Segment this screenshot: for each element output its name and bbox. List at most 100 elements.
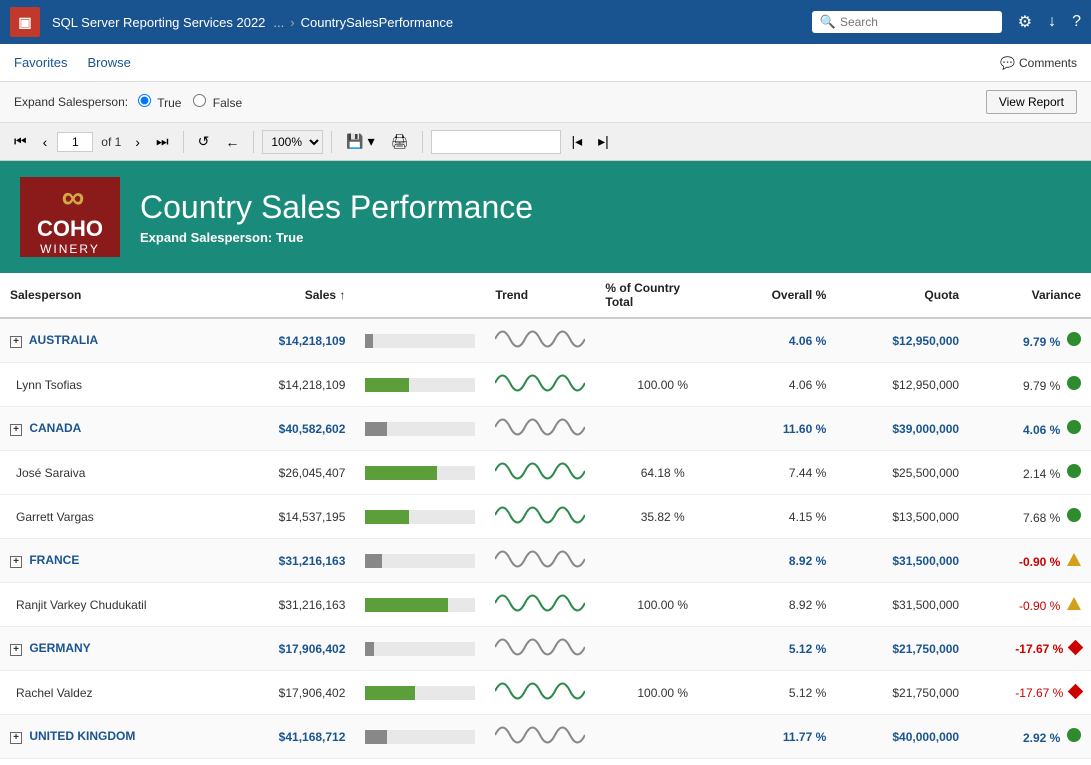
cell-salesperson: + AUSTRALIA <box>0 318 223 363</box>
expand-icon[interactable]: + <box>10 644 22 656</box>
save-button[interactable]: 💾 ▾ <box>340 130 380 153</box>
bar-background <box>365 422 475 436</box>
variance-value: 7.68 % <box>1023 511 1060 525</box>
cell-variance: -17.67 % <box>969 671 1091 715</box>
table-body: + AUSTRALIA $14,218,109 4.06 % $12,950,0… <box>0 318 1091 765</box>
cell-bar <box>355 363 485 407</box>
view-report-button[interactable]: View Report <box>986 90 1077 114</box>
salesperson-name: Garrett Vargas <box>16 510 94 524</box>
cell-sales: $31,216,163 <box>223 583 356 627</box>
status-green-icon <box>1067 464 1081 478</box>
variance-value: 9.79 % <box>1023 335 1060 349</box>
variance-value: -0.90 % <box>1019 555 1060 569</box>
search-box[interactable]: 🔍 <box>812 11 1002 33</box>
table-row: Ranjit Varkey Chudukatil $31,216,163 100… <box>0 583 1091 627</box>
table-row: + AUSTRALIA $14,218,109 4.06 % $12,950,0… <box>0 318 1091 363</box>
breadcrumb-current: CountrySalesPerformance <box>301 15 453 30</box>
cell-sales: $14,218,109 <box>223 363 356 407</box>
radio-true-label[interactable]: True <box>138 94 181 110</box>
radio-true[interactable] <box>138 94 151 107</box>
cell-overall: 11.60 % <box>730 407 836 451</box>
back-button[interactable]: ← <box>219 131 245 153</box>
table-row: Jae Pak $41,168,712 100.00 % 11.77 % $40… <box>0 759 1091 765</box>
cell-quota: $13,500,000 <box>836 495 969 539</box>
cell-pct-country <box>595 715 730 759</box>
table-header-row: Salesperson Sales ↑ Trend % of CountryTo… <box>0 273 1091 318</box>
settings-icon[interactable]: ⚙ <box>1018 12 1032 32</box>
cell-salesperson: Ranjit Varkey Chudukatil <box>0 583 223 627</box>
bar-background <box>365 510 475 524</box>
cell-overall: 7.44 % <box>730 451 836 495</box>
cell-sales: $14,218,109 <box>223 318 356 363</box>
expand-icon[interactable]: + <box>10 336 22 348</box>
comments-button[interactable]: 💬 Comments <box>1000 56 1077 70</box>
cell-quota: $31,500,000 <box>836 583 969 627</box>
expand-icon[interactable]: + <box>10 556 22 568</box>
report-subtitle: Expand Salesperson: True <box>140 230 533 245</box>
first-page-button[interactable]: ⏮ <box>8 130 33 153</box>
toolbar-separator-2 <box>253 131 254 153</box>
cell-overall: 4.06 % <box>730 363 836 407</box>
variance-value: -17.67 % <box>1015 642 1063 656</box>
table-row: Lynn Tsofias $14,218,109 100.00 % 4.06 %… <box>0 363 1091 407</box>
radio-false[interactable] <box>193 94 206 107</box>
cell-sales: $31,216,163 <box>223 539 356 583</box>
prev-page-button[interactable]: ‹ <box>37 131 54 153</box>
cell-bar <box>355 539 485 583</box>
nav-browse[interactable]: Browse <box>87 55 130 70</box>
search-input[interactable] <box>840 15 994 29</box>
cell-trend <box>485 671 595 715</box>
cell-pct-country: 100.00 % <box>595 671 730 715</box>
salesperson-name: AUSTRALIA <box>29 333 98 347</box>
expand-icon[interactable]: + <box>10 424 22 436</box>
cell-variance: 4.06 % <box>969 407 1091 451</box>
table-row: + CANADA $40,582,602 11.60 % $39,000,000… <box>0 407 1091 451</box>
toolbar-separator-1 <box>183 131 184 153</box>
cell-variance: 2.92 % <box>969 715 1091 759</box>
toolbar-separator-3 <box>331 131 332 153</box>
radio-false-label[interactable]: False <box>193 94 242 110</box>
zoom-select[interactable]: 100% 75% 50% 150% 200% <box>262 130 323 154</box>
secondary-nav: Favorites Browse 💬 Comments <box>0 44 1091 82</box>
salesperson-name: CANADA <box>29 421 81 435</box>
table-row: + UNITED KINGDOM $41,168,712 11.77 % $40… <box>0 715 1091 759</box>
table-row: + FRANCE $31,216,163 8.92 % $31,500,000 … <box>0 539 1091 583</box>
report-toolbar: ⏮ ‹ of 1 › ⏭ ↺ ← 100% 75% 50% 150% 200% … <box>0 123 1091 161</box>
table-row: José Saraiva $26,045,407 64.18 % 7.44 % … <box>0 451 1091 495</box>
page-of-label: of 1 <box>101 135 121 149</box>
bar-fill <box>365 554 382 568</box>
col-sales[interactable]: Sales ↑ <box>223 273 356 318</box>
cell-pct-country <box>595 539 730 583</box>
find-next-button[interactable]: ▸| <box>592 130 615 153</box>
cell-overall: 11.77 % <box>730 715 836 759</box>
find-text-input[interactable] <box>431 130 561 154</box>
nav-favorites[interactable]: Favorites <box>14 55 67 70</box>
refresh-button[interactable]: ↺ <box>192 130 216 153</box>
cell-bar <box>355 715 485 759</box>
report-wrapper: ∞ COHO WINERY Country Sales Performance … <box>0 161 1091 765</box>
cell-sales: $17,906,402 <box>223 671 356 715</box>
bar-background <box>365 598 475 612</box>
page-input[interactable] <box>57 132 93 152</box>
cell-bar <box>355 627 485 671</box>
subtitle-value: True <box>276 230 303 245</box>
find-prev-button[interactable]: |◂ <box>565 130 588 153</box>
cell-overall: 4.15 % <box>730 495 836 539</box>
download-icon[interactable]: ↓ <box>1048 13 1056 31</box>
last-page-button[interactable]: ⏭ <box>150 130 175 153</box>
salesperson-name: Rachel Valdez <box>16 686 93 700</box>
help-icon[interactable]: ? <box>1072 13 1081 31</box>
cell-salesperson: José Saraiva <box>0 451 223 495</box>
col-trend: Trend <box>485 273 595 318</box>
cell-quota: $12,950,000 <box>836 363 969 407</box>
bar-fill <box>365 378 409 392</box>
col-overall: Overall % <box>730 273 836 318</box>
status-green-icon <box>1067 728 1081 742</box>
cell-salesperson: Lynn Tsofias <box>0 363 223 407</box>
report-logo: ∞ COHO WINERY <box>20 177 120 257</box>
print-button[interactable]: 🖨 <box>385 130 415 153</box>
next-page-button[interactable]: › <box>129 131 146 153</box>
top-navigation: ▣ SQL Server Reporting Services 2022 ...… <box>0 0 1091 44</box>
expand-icon[interactable]: + <box>10 732 22 744</box>
cell-variance: -0.90 % <box>969 583 1091 627</box>
